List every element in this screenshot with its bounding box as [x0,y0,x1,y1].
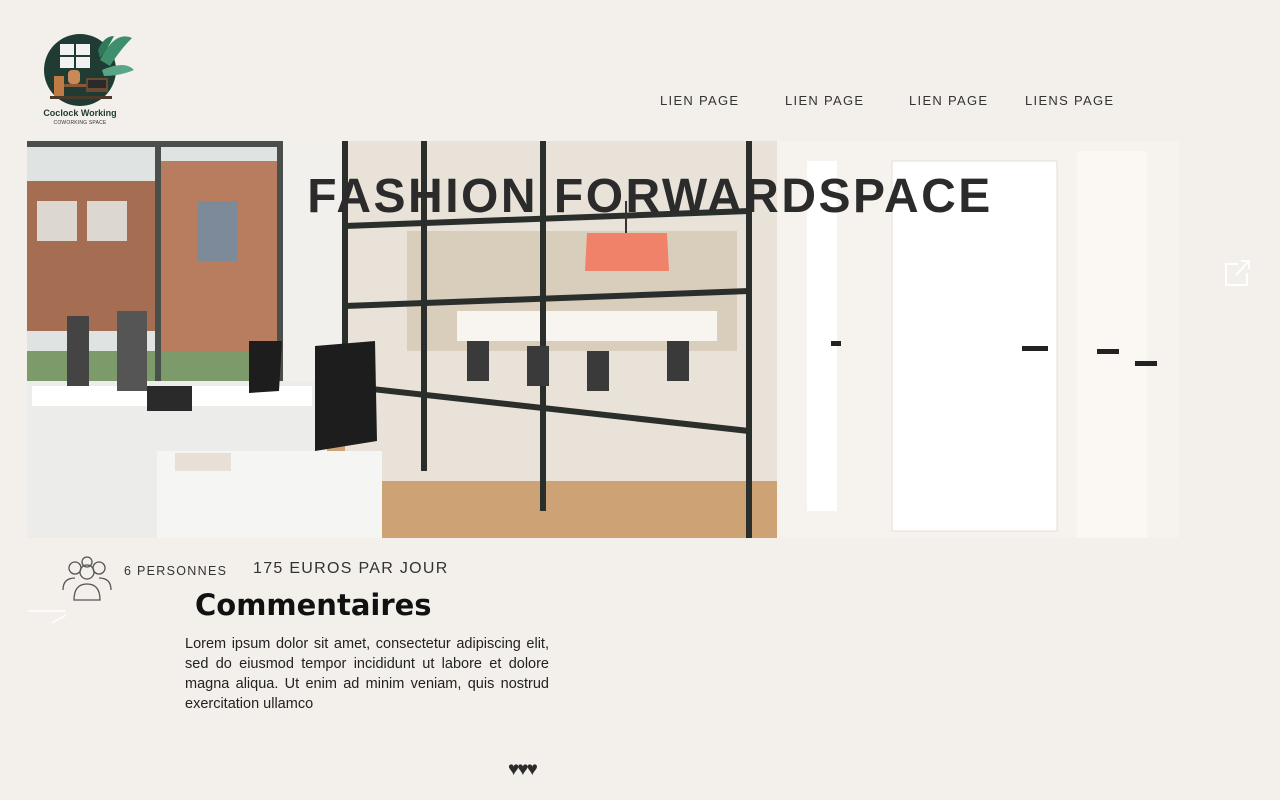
nav-link-2[interactable]: LIEN PAGE [785,93,864,108]
capacity-label: 6 PERSONNES [124,564,228,578]
brand-tagline: COWORKING SPACE [53,120,107,126]
nav-link-4[interactable]: LIENS PAGE [1025,93,1114,108]
main-nav: LIEN PAGE LIEN PAGE LIEN PAGE LIENS PAGE [0,93,1280,113]
divider-line [28,610,66,624]
comments-heading: Commentaires [195,588,432,622]
hero-banner: FASHION FORWARDSPACE [27,141,1179,538]
nav-link-3[interactable]: LIEN PAGE [909,93,988,108]
rating-hearts[interactable]: ♥♥♥ [508,759,538,781]
page-title: FASHION FORWARDSPACE [307,170,993,223]
people-group-icon [62,556,112,601]
price-label: 175 EUROS PAR JOUR [253,560,449,577]
comment-text: Lorem ipsum dolor sit amet, consectetur … [185,636,549,712]
nav-link-1[interactable]: LIEN PAGE [660,93,739,108]
external-link-icon[interactable] [1222,258,1252,288]
